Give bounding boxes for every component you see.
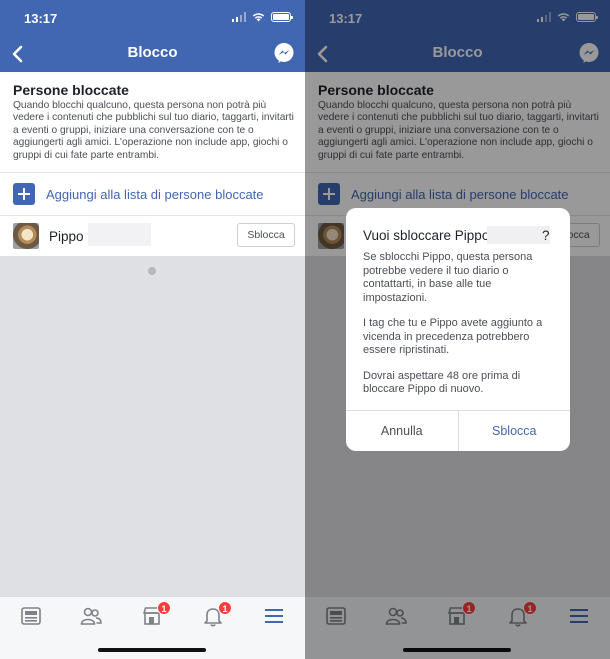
wifi-icon [252,13,265,22]
tab-menu[interactable] [263,605,285,627]
plus-icon [13,183,35,206]
blocking-screen: 13:17 Blocco Persone bloccate Quando blo… [0,0,305,659]
redacted-surname [88,223,151,247]
unblock-confirm-dialog: Vuoi sbloccare Pippo ? Se sblocchi Pippo… [346,208,570,451]
tab-notifications[interactable]: 1 [202,601,232,627]
avatar [13,223,39,250]
battery-icon [271,12,293,22]
unblock-button[interactable]: Sblocca [237,223,295,248]
home-indicator [98,648,206,652]
signal-icon [231,12,246,22]
dialog-paragraph-tags: I tag che tu e Pippo avete aggiunto a vi… [363,317,543,356]
dialog-title-suffix: ? [542,228,550,243]
dialog-paragraph-wait: Dovrai aspettare 48 ore prima di bloccar… [363,369,521,396]
blocked-people-section: Persone bloccate Quando blocchi qualcuno… [0,72,305,257]
section-description: Quando blocchi qualcuno, questa persona … [13,100,294,161]
tab-bar: 1 1 [0,596,305,659]
section-title: Persone bloccate [13,82,129,98]
notifications-badge: 1 [218,601,232,615]
tab-friends[interactable] [80,605,102,627]
status-bar: 13:17 [0,0,305,36]
page-title: Blocco [127,44,178,61]
add-to-block-list-button[interactable]: Aggiungi alla lista di persone bloccate [0,173,305,215]
blocked-person-name: Pippo [49,228,84,244]
messenger-icon[interactable] [273,42,295,64]
marketplace-badge: 1 [157,601,171,615]
redacted-surname [487,226,550,244]
dialog-actions: Annulla Sblocca [346,410,570,451]
menu-icon [265,609,283,623]
news-feed-icon [21,607,41,625]
loading-indicator [148,267,156,275]
friends-icon [80,607,102,625]
add-to-block-list-label: Aggiungi alla lista di persone bloccate [46,186,264,202]
status-time: 13:17 [24,11,58,26]
cancel-button[interactable]: Annulla [346,411,459,451]
dialog-paragraph-visibility: Se sblocchi Pippo, questa persona potreb… [363,251,533,304]
blocked-person-row: Pippo Sblocca [0,216,305,256]
tab-news-feed[interactable] [20,605,42,627]
navbar: Blocco [0,36,305,72]
unblock-confirm-screen: 13:17 Blocco Persone bloccate Quando blo… [305,0,610,659]
tab-marketplace[interactable]: 1 [141,601,171,627]
confirm-unblock-button[interactable]: Sblocca [459,411,571,451]
